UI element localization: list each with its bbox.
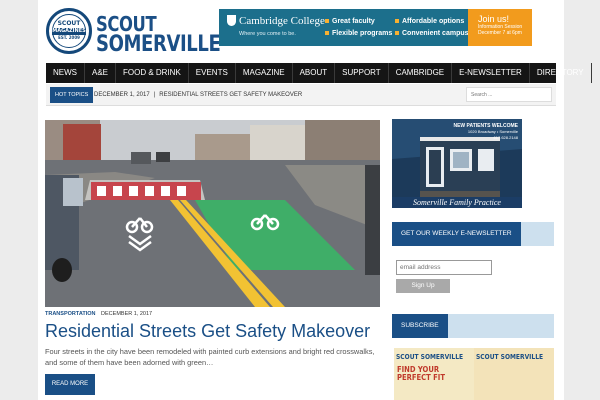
nav-item-food-drink[interactable]: FOOD & DRINK: [116, 63, 189, 83]
college-shield-icon: [227, 15, 236, 26]
nav-item-arts-entertainment[interactable]: A&E: [85, 63, 117, 83]
post-excerpt: Four streets in the city have been remod…: [45, 347, 375, 367]
newsletter-heading: GET OUR WEEKLY E-NEWSLETTER: [392, 222, 521, 246]
cover-label: FIND YOUR PERFECT FIT: [397, 365, 445, 382]
seal-mid-text: MAGAZINES: [52, 28, 86, 35]
seal-top-text: SCOUT: [57, 20, 81, 27]
ad-bullet: Affordable options: [395, 18, 464, 26]
hot-topics-bar: HOT TOPICS DECEMBER 1, 2017 | RESIDENTIAL …: [46, 84, 556, 106]
main-nav: NEWS A&E FOOD & DRINK EVENTS MAGAZINE AB…: [46, 63, 592, 83]
sidebar-ad[interactable]: NEW PATIENTS WELCOME 1020 Broadway • Som…: [392, 119, 522, 208]
ad-bullet: Flexible programs: [325, 30, 392, 38]
site-logo[interactable]: SCOUT MAGAZINES EST. 2009 SCOUT SOMERVIL…: [46, 8, 221, 56]
subscribe-widget-header: SUBSCRIBE: [392, 314, 554, 338]
nav-item-directory[interactable]: DIRECTORY: [530, 63, 592, 83]
post-date: DECEMBER 1, 2017: [101, 311, 153, 317]
subscribe-heading: SUBSCRIBE: [392, 314, 448, 338]
ticker-separator: |: [153, 92, 156, 98]
magazine-cover[interactable]: SCOUT SOMERVILLE: [474, 348, 554, 400]
magazine-cover[interactable]: SCOUT SOMERVILLE FIND YOUR PERFECT FIT: [394, 348, 474, 400]
nav-item-magazine[interactable]: MAGAZINE: [236, 63, 293, 83]
street-photo-icon: [45, 120, 380, 307]
seal-bottom-text: EST. 2009: [58, 35, 80, 40]
ticker-date: DECEMBER 1, 2017: [94, 92, 150, 98]
search-input[interactable]: [466, 87, 552, 102]
cover-title: SCOUT SOMERVILLE: [476, 353, 544, 361]
cover-title: SCOUT SOMERVILLE: [396, 353, 464, 361]
post-category[interactable]: TRANSPORTATION: [45, 311, 96, 317]
ticker-headline: RESIDENTIAL STREETS GET SAFETY MAKEOVER: [159, 92, 303, 98]
ad-side-name: Somerville Family Practice: [392, 197, 522, 208]
logo-word-top: SCOUT: [96, 12, 157, 36]
top-ad-banner[interactable]: Cambridge College Where you come to be. …: [219, 9, 532, 46]
nav-item-support[interactable]: SUPPORT: [335, 63, 389, 83]
ad-tagline: Where you come to be.: [239, 31, 296, 37]
featured-image[interactable]: [45, 120, 380, 307]
ad-bullet: Convenient campuses: [395, 30, 476, 38]
nav-item-cambridge[interactable]: CAMBRIDGE: [389, 63, 453, 83]
ad-side-phone: 617.628.2148: [493, 135, 518, 140]
email-field[interactable]: [396, 260, 492, 275]
ad-cta[interactable]: Join us! Information Session December 7 …: [468, 9, 532, 46]
ad-cta-line: December 7 at 6pm: [478, 30, 522, 36]
ad-bullet: Great faculty: [325, 18, 375, 26]
ad-brand: Cambridge College: [239, 15, 325, 27]
post-meta: TRANSPORTATION DECEMBER 1, 2017: [45, 311, 152, 317]
logo-word-bottom: SOMERVILLE: [96, 32, 221, 57]
read-more-button[interactable]: READ MORE: [45, 374, 95, 395]
post-title[interactable]: Residential Streets Get Safety Makeover: [45, 320, 370, 342]
signup-button[interactable]: Sign Up: [396, 279, 450, 293]
ad-side-text: NEW PATIENTS WELCOME 1020 Broadway • Som…: [438, 123, 518, 141]
nav-item-news[interactable]: NEWS: [46, 63, 85, 83]
hot-topics-ticker[interactable]: DECEMBER 1, 2017 | RESIDENTIAL STREETS GET…: [94, 84, 302, 106]
hot-topics-label: HOT TOPICS: [50, 87, 94, 103]
nav-item-events[interactable]: EVENTS: [189, 63, 236, 83]
nav-item-about[interactable]: ABOUT: [293, 63, 336, 83]
nav-item-e-newsletter[interactable]: E-NEWSLETTER: [452, 63, 530, 83]
ad-cta-title: Join us!: [478, 14, 510, 24]
newsletter-widget-header: GET OUR WEEKLY E-NEWSLETTER: [392, 222, 554, 246]
page: SCOUT MAGAZINES EST. 2009 SCOUT SOMERVIL…: [38, 0, 592, 400]
logo-seal: SCOUT MAGAZINES EST. 2009: [46, 8, 92, 54]
ad-side-address: 1020 Broadway • Somerville: [467, 129, 518, 134]
